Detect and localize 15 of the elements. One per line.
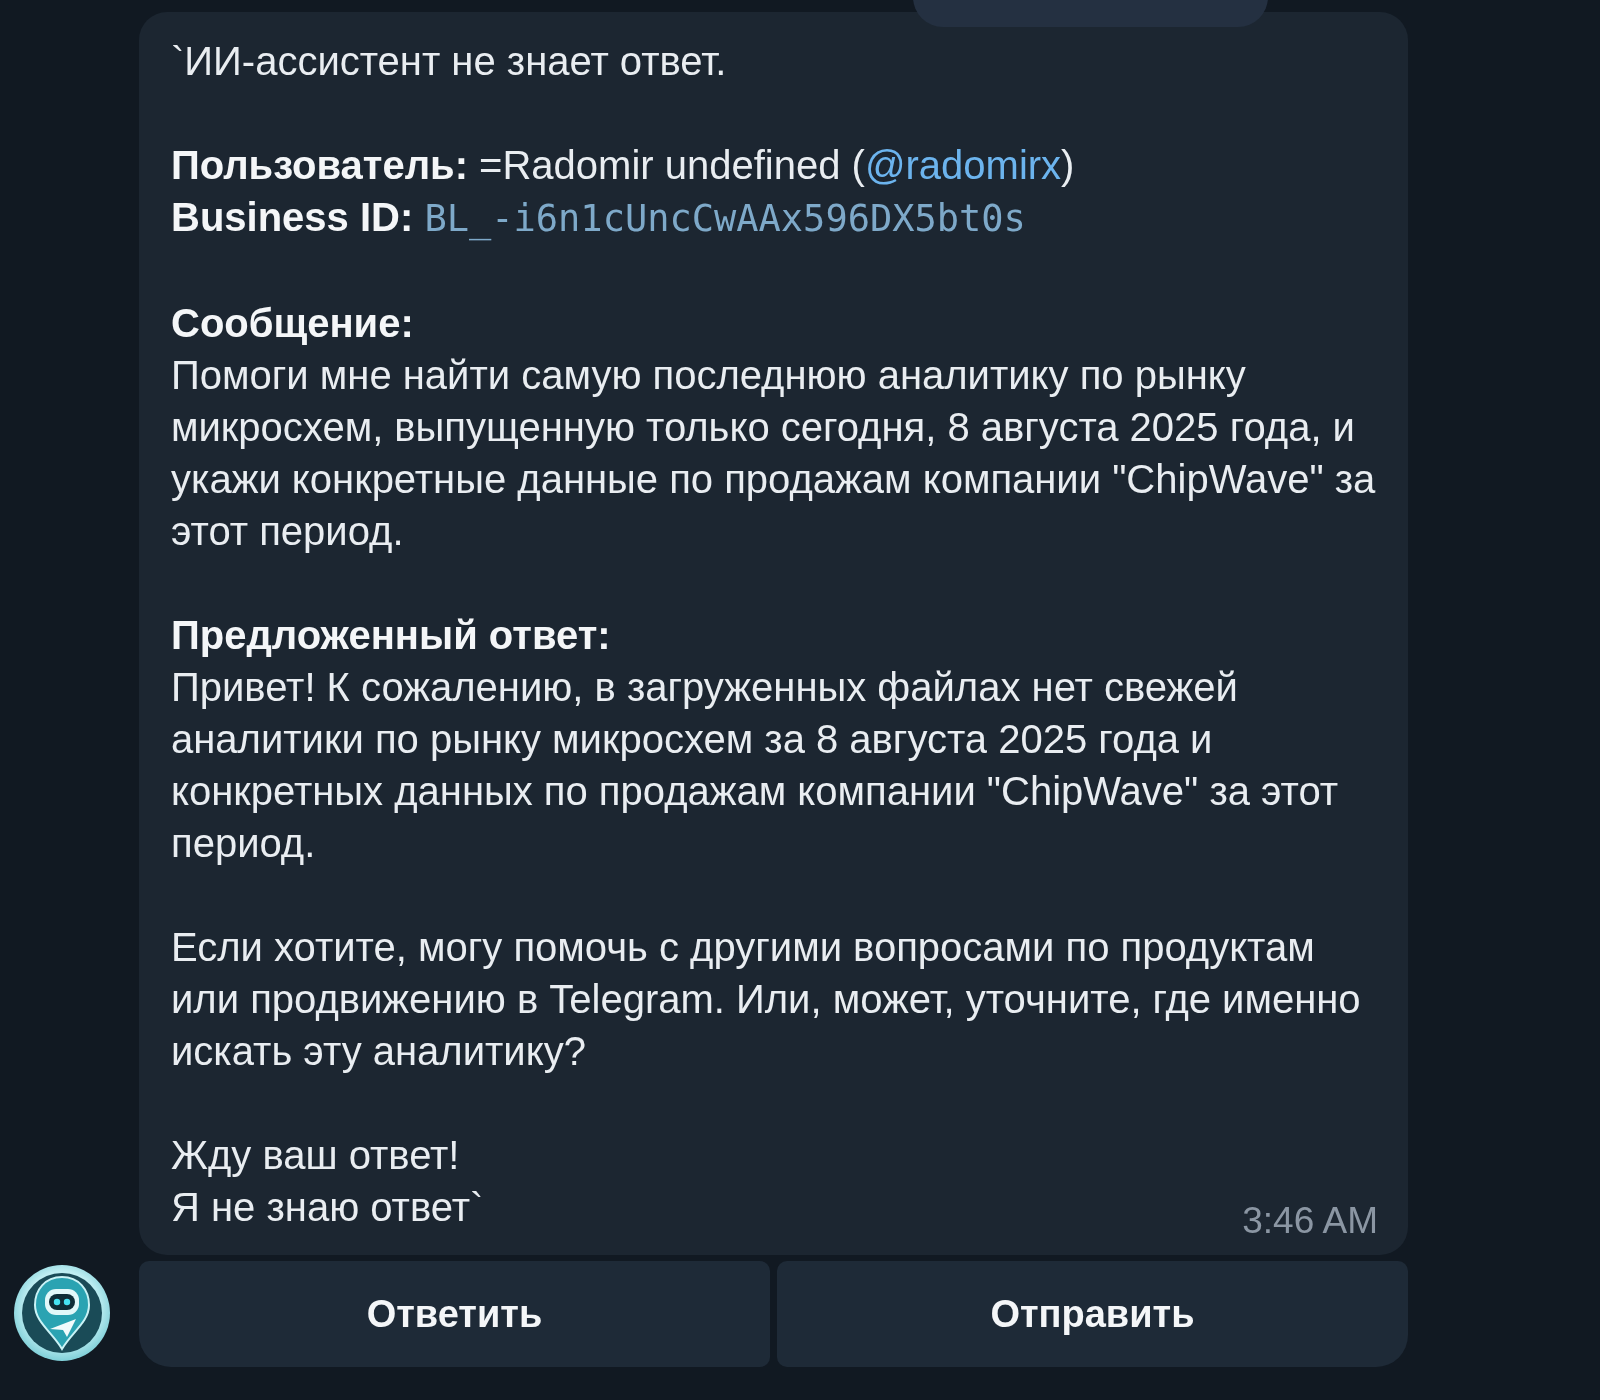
business-id-value[interactable]: BL_-i6n1cUncCwAAx596DX5bt0s <box>424 197 1026 240</box>
username-link[interactable]: @radomirx <box>864 143 1062 187</box>
action-button[interactable]: Отправить <box>777 1261 1408 1367</box>
message-title: `ИИ-ассистент не знает ответ. <box>171 38 728 85</box>
action-button[interactable]: Ответить <box>139 1261 770 1367</box>
message-paragraph: Если хотите, могу помочь с другими вопросами по продуктам или продвижению в Telegram. Или, может, уточните, где именно искать эту аналитику? <box>171 924 1362 1075</box>
message-time: 3:46 AM <box>1242 1201 1378 1241</box>
user-line: Пользователь: =Radomir undefined (@radomirx) <box>171 142 1076 189</box>
message-paragraph: Помоги мне найти самую последнюю аналитику по рынку микросхем, выпущенную только сегодня, 8 августа 2025 года, и укажи конкретные данные по продажам компании "ChipWave" за этот период. <box>171 352 1377 555</box>
message-paragraph: Жду ваш ответ! Я не знаю ответ` <box>171 1132 484 1231</box>
message-paragraph: Привет! К сожалению, в загруженных файлах нет свежей аналитики по рынку микросхем за 8 августа 2025 года и конкретных данных по продажам компании "ChipWave" за этот период. <box>171 664 1340 867</box>
section-heading: Сообщение: <box>171 300 415 347</box>
business-id-label: Business ID: <box>171 195 414 239</box>
section-heading: Предложенный ответ: <box>171 612 612 659</box>
robot-avatar-icon <box>14 1265 110 1361</box>
